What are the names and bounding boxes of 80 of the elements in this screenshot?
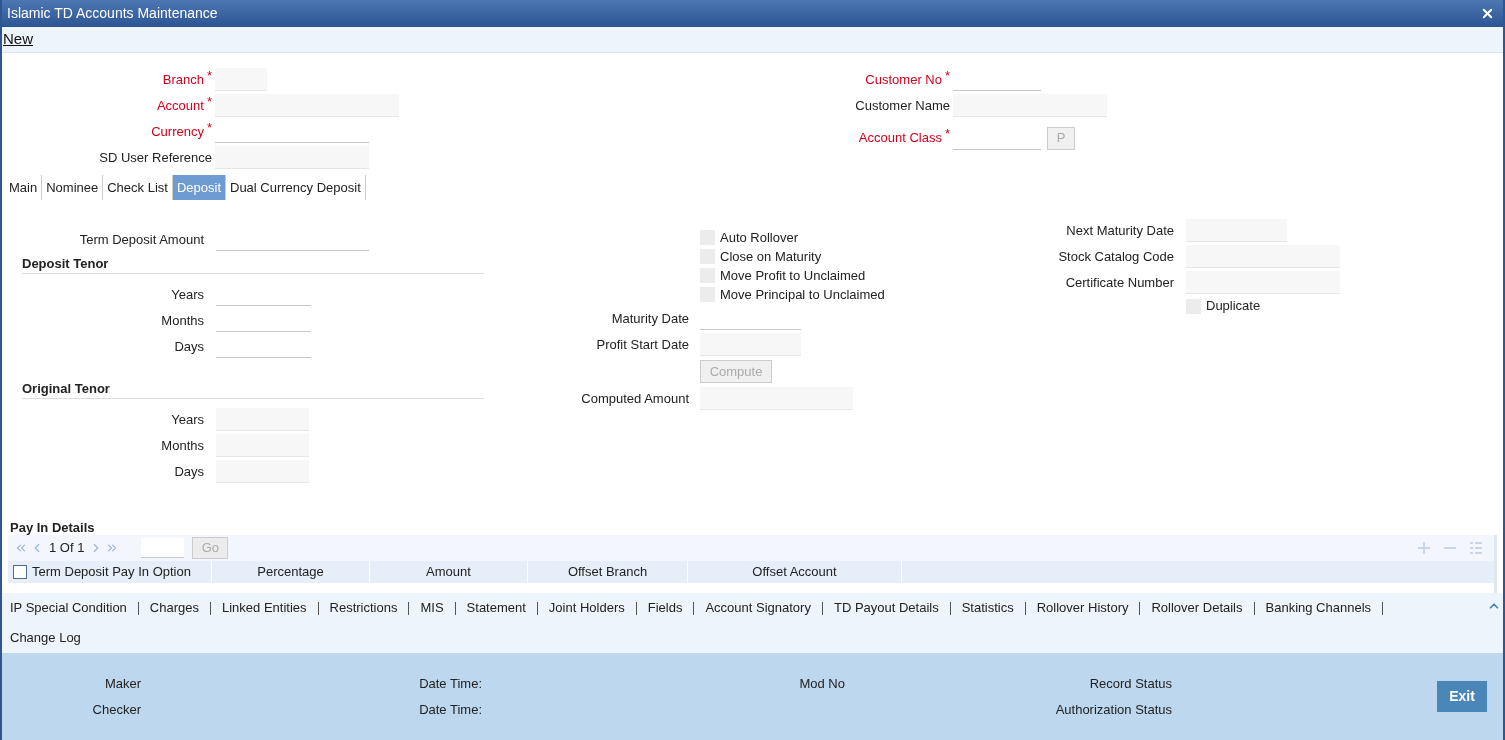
section-link[interactable]: TD Payout Details <box>833 598 939 618</box>
field-label: Next Maturity Date <box>1065 221 1174 240</box>
checkbox-label: Move Profit to Unclaimed <box>720 266 866 285</box>
audit-label: Date Time: <box>419 674 482 693</box>
menu-link[interactable]: New <box>2 28 34 51</box>
select-all-checkbox[interactable] <box>13 565 27 579</box>
list-icon <box>1470 542 1482 554</box>
text-field[interactable] <box>215 68 267 91</box>
field-label: Stock Catalog Code <box>1057 247 1174 266</box>
audit-label: Maker <box>104 674 141 693</box>
section-link[interactable]: Linked Entities <box>222 598 307 618</box>
checkbox-label: Auto Rollover <box>720 228 799 247</box>
field-label: Account <box>156 96 204 115</box>
audit-label: Date Time: <box>419 701 482 719</box>
checkbox-label: Close on Maturity <box>720 247 822 266</box>
field-label: Days <box>173 337 204 356</box>
section-link[interactable]: Rollover Details <box>1151 598 1243 618</box>
section-link[interactable]: Restrictions <box>329 598 398 618</box>
text-field[interactable] <box>1186 245 1340 268</box>
field-label: SD User Reference <box>99 148 212 167</box>
add-icon <box>1418 542 1430 554</box>
field-label: Maturity Date <box>610 309 689 328</box>
first-page-icon <box>14 541 28 555</box>
field-label: Certificate Number <box>1064 273 1174 292</box>
field-label: Years <box>170 285 204 304</box>
tab[interactable]: Check List <box>103 175 173 200</box>
audit-label: Authorization Status <box>1055 701 1172 719</box>
text-field[interactable] <box>1186 271 1340 294</box>
field-label: Term Deposit Amount <box>78 230 204 249</box>
text-field[interactable] <box>953 94 1107 117</box>
required-marker: * <box>944 128 950 141</box>
text-field[interactable] <box>215 94 399 117</box>
field-label: Years <box>170 410 204 429</box>
field-label: Days <box>173 462 204 481</box>
required-marker: * <box>206 95 212 108</box>
window-title: Islamic TD Accounts Maintenance <box>7 4 218 23</box>
audit-label: Record Status <box>1089 674 1172 693</box>
tab[interactable]: Nominee <box>42 175 104 200</box>
field-label: Months <box>160 436 204 455</box>
amount-field[interactable] <box>700 387 853 410</box>
section-link[interactable]: MIS <box>420 598 444 618</box>
section-link[interactable]: Statistics <box>961 598 1014 618</box>
field-label: Months <box>160 311 204 330</box>
field-label: Account Class <box>858 129 942 148</box>
required-marker: * <box>206 69 212 82</box>
section-link[interactable]: Fields <box>647 598 683 618</box>
section-link[interactable]: Account Signatory <box>705 598 811 618</box>
section-link[interactable]: Joint Holders <box>548 598 625 618</box>
audit-label: Mod No <box>799 674 845 693</box>
page-field[interactable] <box>141 538 185 558</box>
checkbox-label: Duplicate <box>1206 297 1261 316</box>
section-heading: Pay In Details <box>10 519 96 535</box>
field-label: Customer No <box>865 70 942 89</box>
exit-button[interactable]: Exit <box>1437 681 1487 712</box>
required-marker: * <box>944 69 950 82</box>
audit-label: Checker <box>92 701 141 719</box>
text-field[interactable] <box>1186 219 1287 242</box>
required-marker: * <box>206 121 212 134</box>
tab[interactable]: Dual Currency Deposit <box>226 175 366 200</box>
text-field[interactable] <box>216 460 309 483</box>
section-link[interactable]: Banking Channels <box>1265 598 1372 618</box>
date-field[interactable] <box>700 333 801 356</box>
field-label: Branch <box>162 70 204 89</box>
text-field[interactable] <box>216 434 309 457</box>
field-label: Computed Amount <box>580 389 689 408</box>
text-field[interactable] <box>216 408 309 431</box>
field-label: Currency <box>151 122 204 141</box>
section-heading: Deposit Tenor <box>22 254 484 274</box>
text-field[interactable] <box>215 146 369 169</box>
section-link[interactable]: Charges <box>149 598 199 618</box>
field-label: Customer Name <box>855 96 950 115</box>
section-link[interactable]: Statement <box>466 598 526 618</box>
checkbox-label: Move Principal to Unclaimed <box>720 285 885 304</box>
section-heading: Original Tenor <box>22 379 484 399</box>
field-label: Profit Start Date <box>595 335 689 354</box>
page-indicator: 1 Of 1 <box>49 539 85 558</box>
section-link[interactable]: IP Special Condition <box>10 598 127 618</box>
section-link[interactable]: Rollover History <box>1036 598 1129 618</box>
tab[interactable]: Main <box>5 175 43 200</box>
section-link[interactable]: Change Log <box>10 628 81 648</box>
